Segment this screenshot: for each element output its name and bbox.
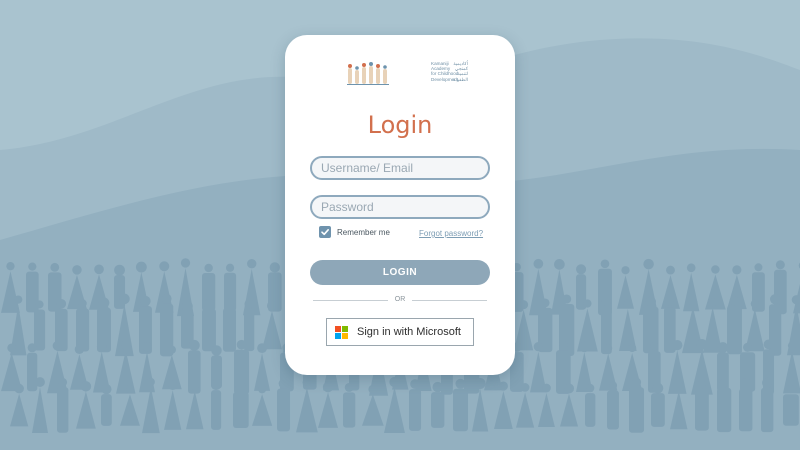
- brand-name-ar: أكاديمية كمنجي لتنمية الطفولة: [453, 61, 469, 82]
- microsoft-signin-label: Sign in with Microsoft: [357, 326, 461, 338]
- password-input[interactable]: [310, 195, 490, 219]
- remember-me-checkbox[interactable]: [319, 226, 331, 238]
- login-button[interactable]: LOGIN: [310, 260, 490, 285]
- check-icon: [321, 229, 329, 236]
- page-title: Login: [367, 111, 433, 139]
- remember-me-row: Remember me: [319, 226, 390, 238]
- login-card: Kamaniji Academy for Childhood Developme…: [285, 35, 515, 375]
- remember-me-label[interactable]: Remember me: [337, 228, 390, 237]
- microsoft-logo-icon: [335, 325, 348, 339]
- or-separator: OR: [394, 296, 406, 303]
- forgot-password-link[interactable]: Forgot password?: [419, 229, 483, 238]
- username-input[interactable]: [310, 156, 490, 180]
- divider-right: [412, 300, 487, 301]
- microsoft-signin-button[interactable]: Sign in with Microsoft: [326, 318, 474, 346]
- divider-left: [313, 300, 388, 301]
